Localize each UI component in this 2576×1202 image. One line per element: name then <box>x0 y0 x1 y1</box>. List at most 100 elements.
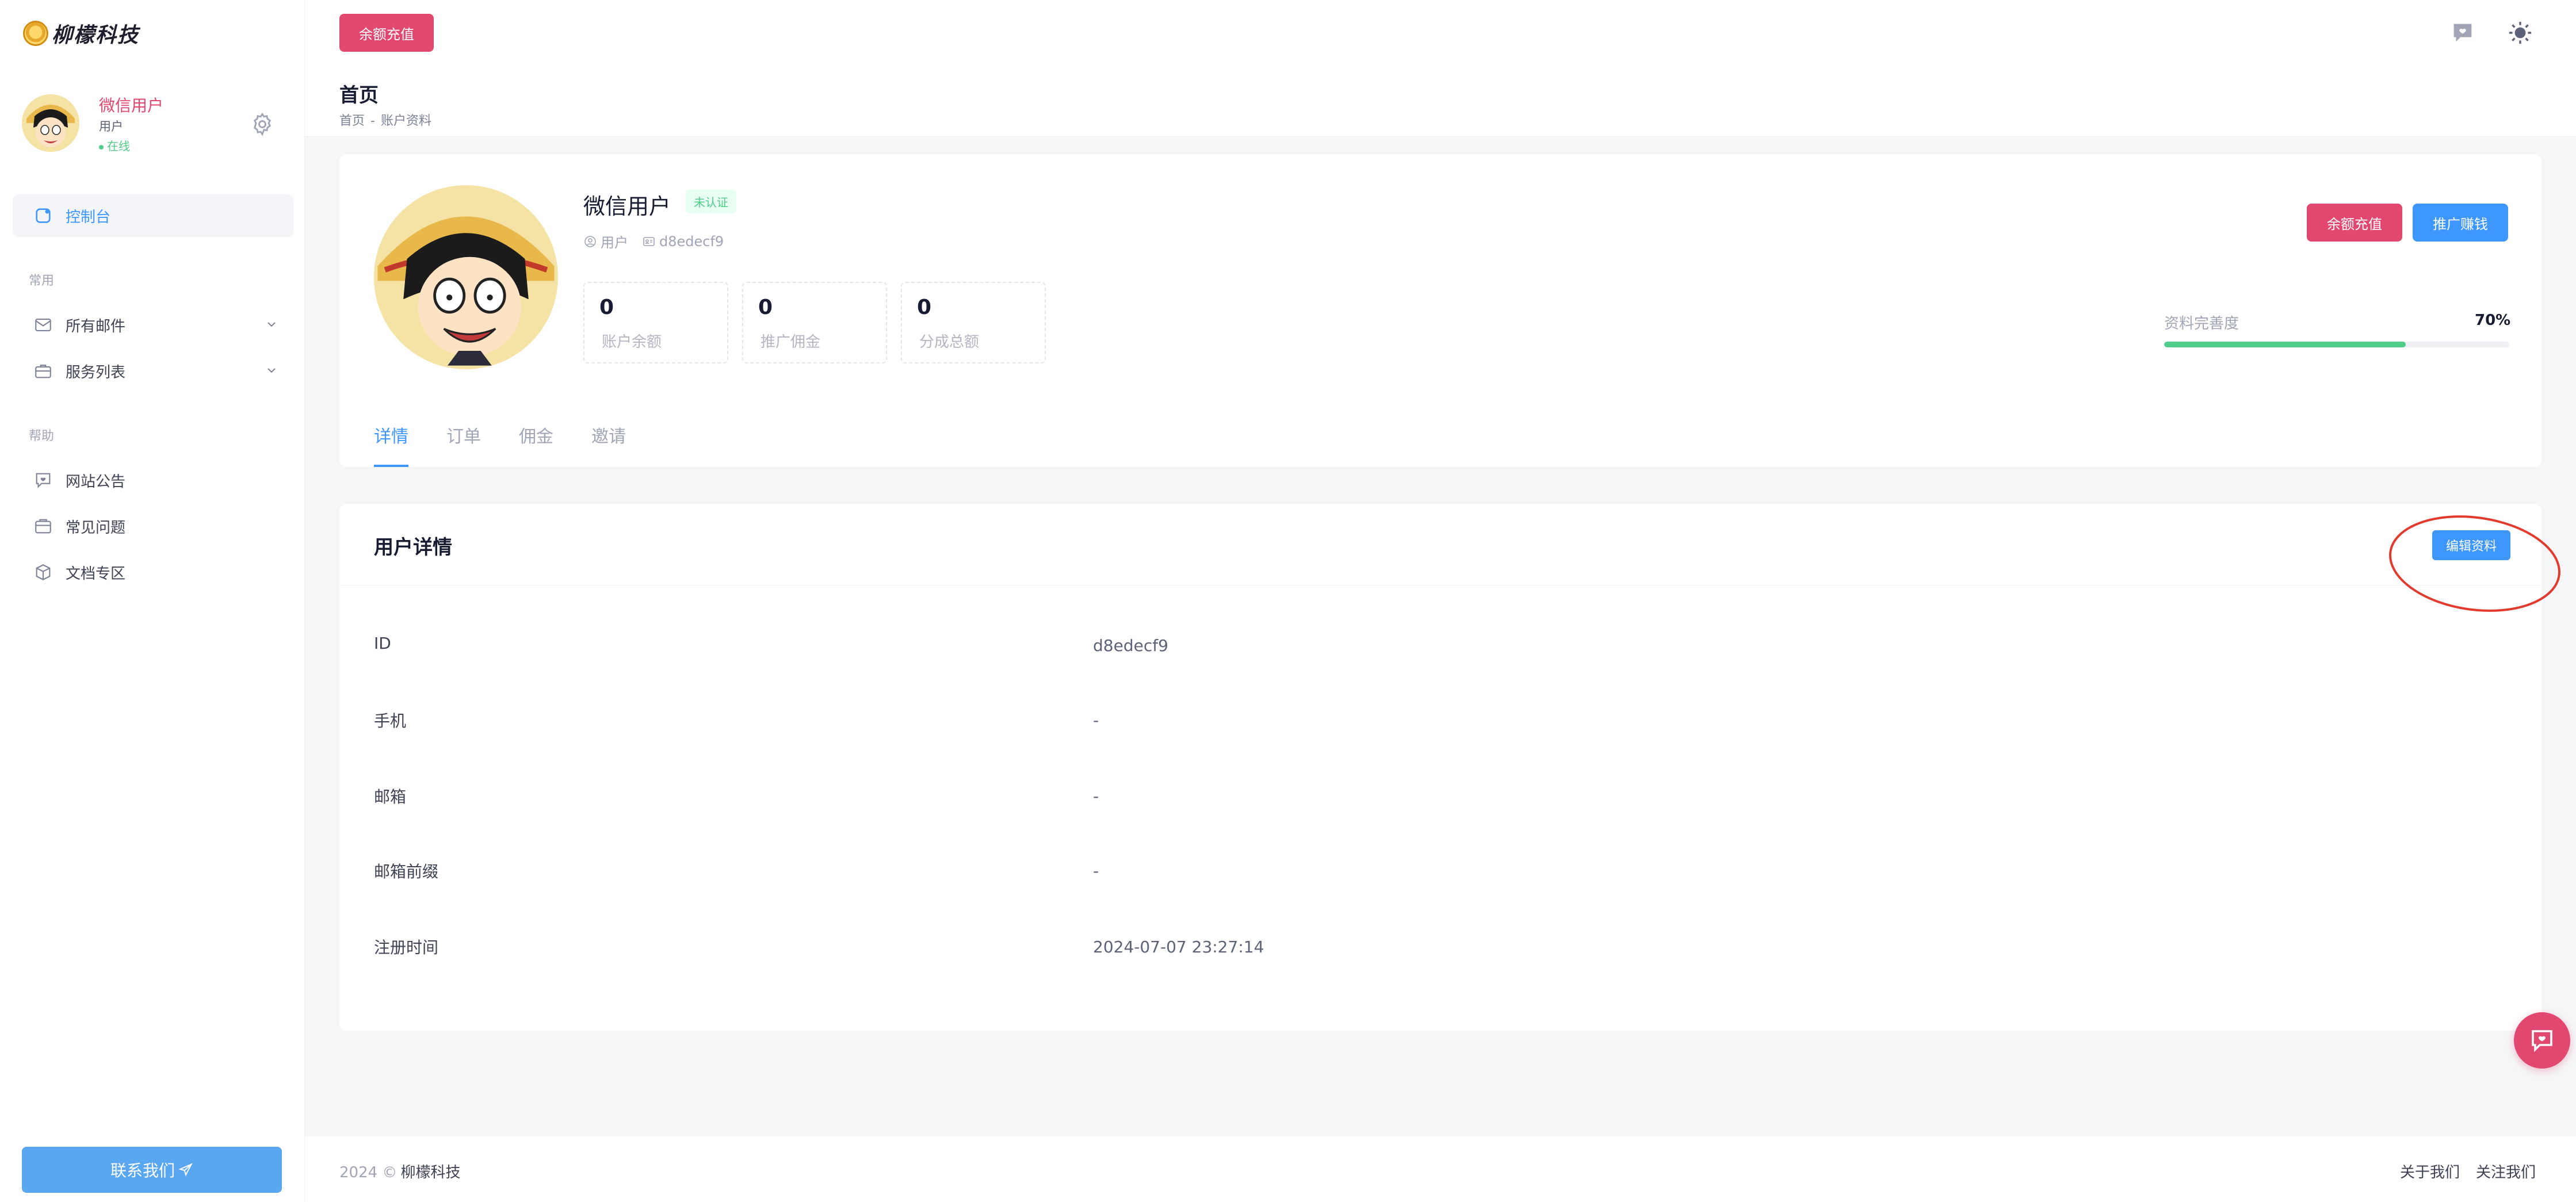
stat-revenue-share: 0 分成总额 <box>901 282 1046 363</box>
footer-copyright: 2024 © 柳檬科技 <box>339 1161 460 1182</box>
recharge-button[interactable]: 余额充值 <box>2307 204 2402 242</box>
profile-tabs: 详情 订单 佣金 邀请 <box>374 422 664 467</box>
chevron-down-icon <box>267 322 276 327</box>
brand-name: 柳檬科技 <box>52 24 140 47</box>
sidebar-item-label: 控制台 <box>66 208 111 226</box>
profile-completion-percent: 70% <box>2475 312 2511 329</box>
footer-year: 2024 © <box>339 1164 398 1181</box>
mail-icon <box>35 319 51 331</box>
detail-label: 邮箱 <box>374 787 407 806</box>
footer-follow-link[interactable]: 关注我们 <box>2476 1161 2536 1182</box>
sidebar-item-docs[interactable]: 文档专区 <box>13 552 293 592</box>
chat-support-button[interactable] <box>2514 1012 2570 1069</box>
detail-row-email: 邮箱 - <box>374 784 2502 819</box>
user-name: 微信用户 <box>99 96 164 115</box>
notification-chat-icon[interactable] <box>2449 20 2476 46</box>
promote-earn-button[interactable]: 推广赚钱 <box>2413 204 2508 242</box>
sidebar-item-label: 网站公告 <box>66 473 126 491</box>
briefcase-icon <box>35 365 51 378</box>
stat-label: 账户余额 <box>602 334 662 351</box>
stat-commission: 0 推广佣金 <box>742 282 887 363</box>
detail-value: 2024-07-07 23:27:14 <box>1093 937 1264 956</box>
profile-completion-fill <box>2164 342 2406 347</box>
profile-role-text: 用户 <box>601 235 628 251</box>
profile-role: 用户 <box>583 231 628 251</box>
top-recharge-button[interactable]: 余额充值 <box>339 14 434 52</box>
footer-about-link[interactable]: 关于我们 <box>2400 1161 2460 1182</box>
avatar[interactable] <box>22 94 79 152</box>
section-title-help: 帮助 <box>29 429 55 443</box>
sidebar-item-label: 服务列表 <box>66 363 126 381</box>
profile-avatar <box>374 185 558 369</box>
profile-meta: 用户 d8edecf9 <box>583 231 724 251</box>
user-details-card: 用户详情 编辑资料 ID d8edecf9 手机 - 邮箱 - 邮箱前缀 - 注… <box>339 504 2560 1031</box>
stat-label: 分成总额 <box>919 334 980 351</box>
contact-us-button[interactable]: 联系我们 <box>22 1147 282 1193</box>
profile-name: 微信用户 <box>583 194 671 219</box>
stat-label: 推广佣金 <box>760 334 821 351</box>
card-header: 用户详情 编辑资料 <box>339 504 2560 612</box>
user-role: 用户 <box>99 120 123 133</box>
footer-company[interactable]: 柳檬科技 <box>400 1164 460 1181</box>
sidebar-item-dashboard[interactable]: 控制台 <box>13 194 293 237</box>
breadcrumb-current: 账户资料 <box>380 114 431 128</box>
sidebar-item-services[interactable]: 服务列表 <box>13 351 293 391</box>
sidebar-item-label: 常见问题 <box>66 519 126 537</box>
profile-id-text: d8edecf9 <box>659 233 724 250</box>
chat-bubble-icon <box>2532 1030 2552 1052</box>
card-title: 用户详情 <box>374 536 452 559</box>
stat-balance: 0 账户余额 <box>583 282 728 363</box>
sun-icon[interactable] <box>2507 20 2533 46</box>
verification-badge: 未认证 <box>686 190 736 213</box>
detail-value: - <box>1093 787 1099 806</box>
sidebar-item-label: 文档专区 <box>66 565 126 583</box>
detail-label: 手机 <box>374 711 407 730</box>
detail-label: ID <box>374 634 391 653</box>
breadcrumb-home[interactable]: 首页 <box>339 114 365 128</box>
faq-icon <box>35 519 51 534</box>
profile-card: 微信用户 未认证 用户 d8edecf9 0 账户余额 0 推广佣金 0 分成总… <box>339 154 2541 467</box>
send-icon <box>178 1163 193 1177</box>
detail-row-registered: 注册时间 2024-07-07 23:27:14 <box>374 935 2502 970</box>
detail-row-phone: 手机 - <box>374 709 2502 743</box>
sidebar-item-faq[interactable]: 常见问题 <box>13 506 293 546</box>
announcement-icon <box>36 473 51 488</box>
breadcrumb-separator: - <box>370 114 375 128</box>
top-bar: 余额充值 <box>305 0 2576 71</box>
detail-row-id: ID d8edecf9 <box>374 634 2502 668</box>
stat-value: 0 <box>758 296 773 319</box>
page-title: 首页 <box>339 84 379 107</box>
online-status: 在线 <box>99 137 130 154</box>
profile-completion-label: 资料完善度 <box>2164 315 2239 332</box>
lemon-logo-icon <box>23 21 48 46</box>
page-header: 首页 首页 - 账户资料 <box>305 71 2576 137</box>
brand-logo[interactable]: 柳檬科技 <box>23 18 139 48</box>
detail-label: 注册时间 <box>374 938 439 957</box>
tab-invite[interactable]: 邀请 <box>591 422 626 467</box>
edit-profile-button[interactable]: 编辑资料 <box>2432 530 2510 560</box>
gear-icon[interactable] <box>250 112 275 137</box>
detail-value: - <box>1093 711 1099 730</box>
detail-row-email-prefix: 邮箱前缀 - <box>374 859 2502 894</box>
profile-id: d8edecf9 <box>642 233 724 250</box>
sidebar-user-profile: 微信用户 用户 在线 <box>22 93 281 155</box>
tab-details[interactable]: 详情 <box>374 422 408 467</box>
sidebar: 柳檬科技 微信用户 用户 在线 控制台 常用 所有邮件 服务列表 帮助 网站公告… <box>0 0 305 1202</box>
detail-value: - <box>1093 862 1099 881</box>
highlight-circle-annotation <box>2389 515 2560 612</box>
contact-us-label: 联系我们 <box>110 1161 175 1180</box>
chevron-down-icon <box>267 368 276 373</box>
sidebar-item-announcements[interactable]: 网站公告 <box>13 460 293 500</box>
stat-value: 0 <box>599 296 614 319</box>
section-title-common: 常用 <box>29 274 55 288</box>
footer: 2024 © 柳檬科技 关于我们 关注我们 <box>305 1136 2576 1202</box>
stat-value: 0 <box>917 296 932 319</box>
breadcrumb: 首页 - 账户资料 <box>339 110 431 129</box>
detail-value: d8edecf9 <box>1093 636 1168 655</box>
user-circle-icon <box>584 235 596 247</box>
docs-icon <box>36 564 51 580</box>
tab-commission[interactable]: 佣金 <box>519 422 553 467</box>
detail-label: 邮箱前缀 <box>374 862 439 881</box>
sidebar-item-mail[interactable]: 所有邮件 <box>13 305 293 345</box>
tab-orders[interactable]: 订单 <box>446 422 481 467</box>
